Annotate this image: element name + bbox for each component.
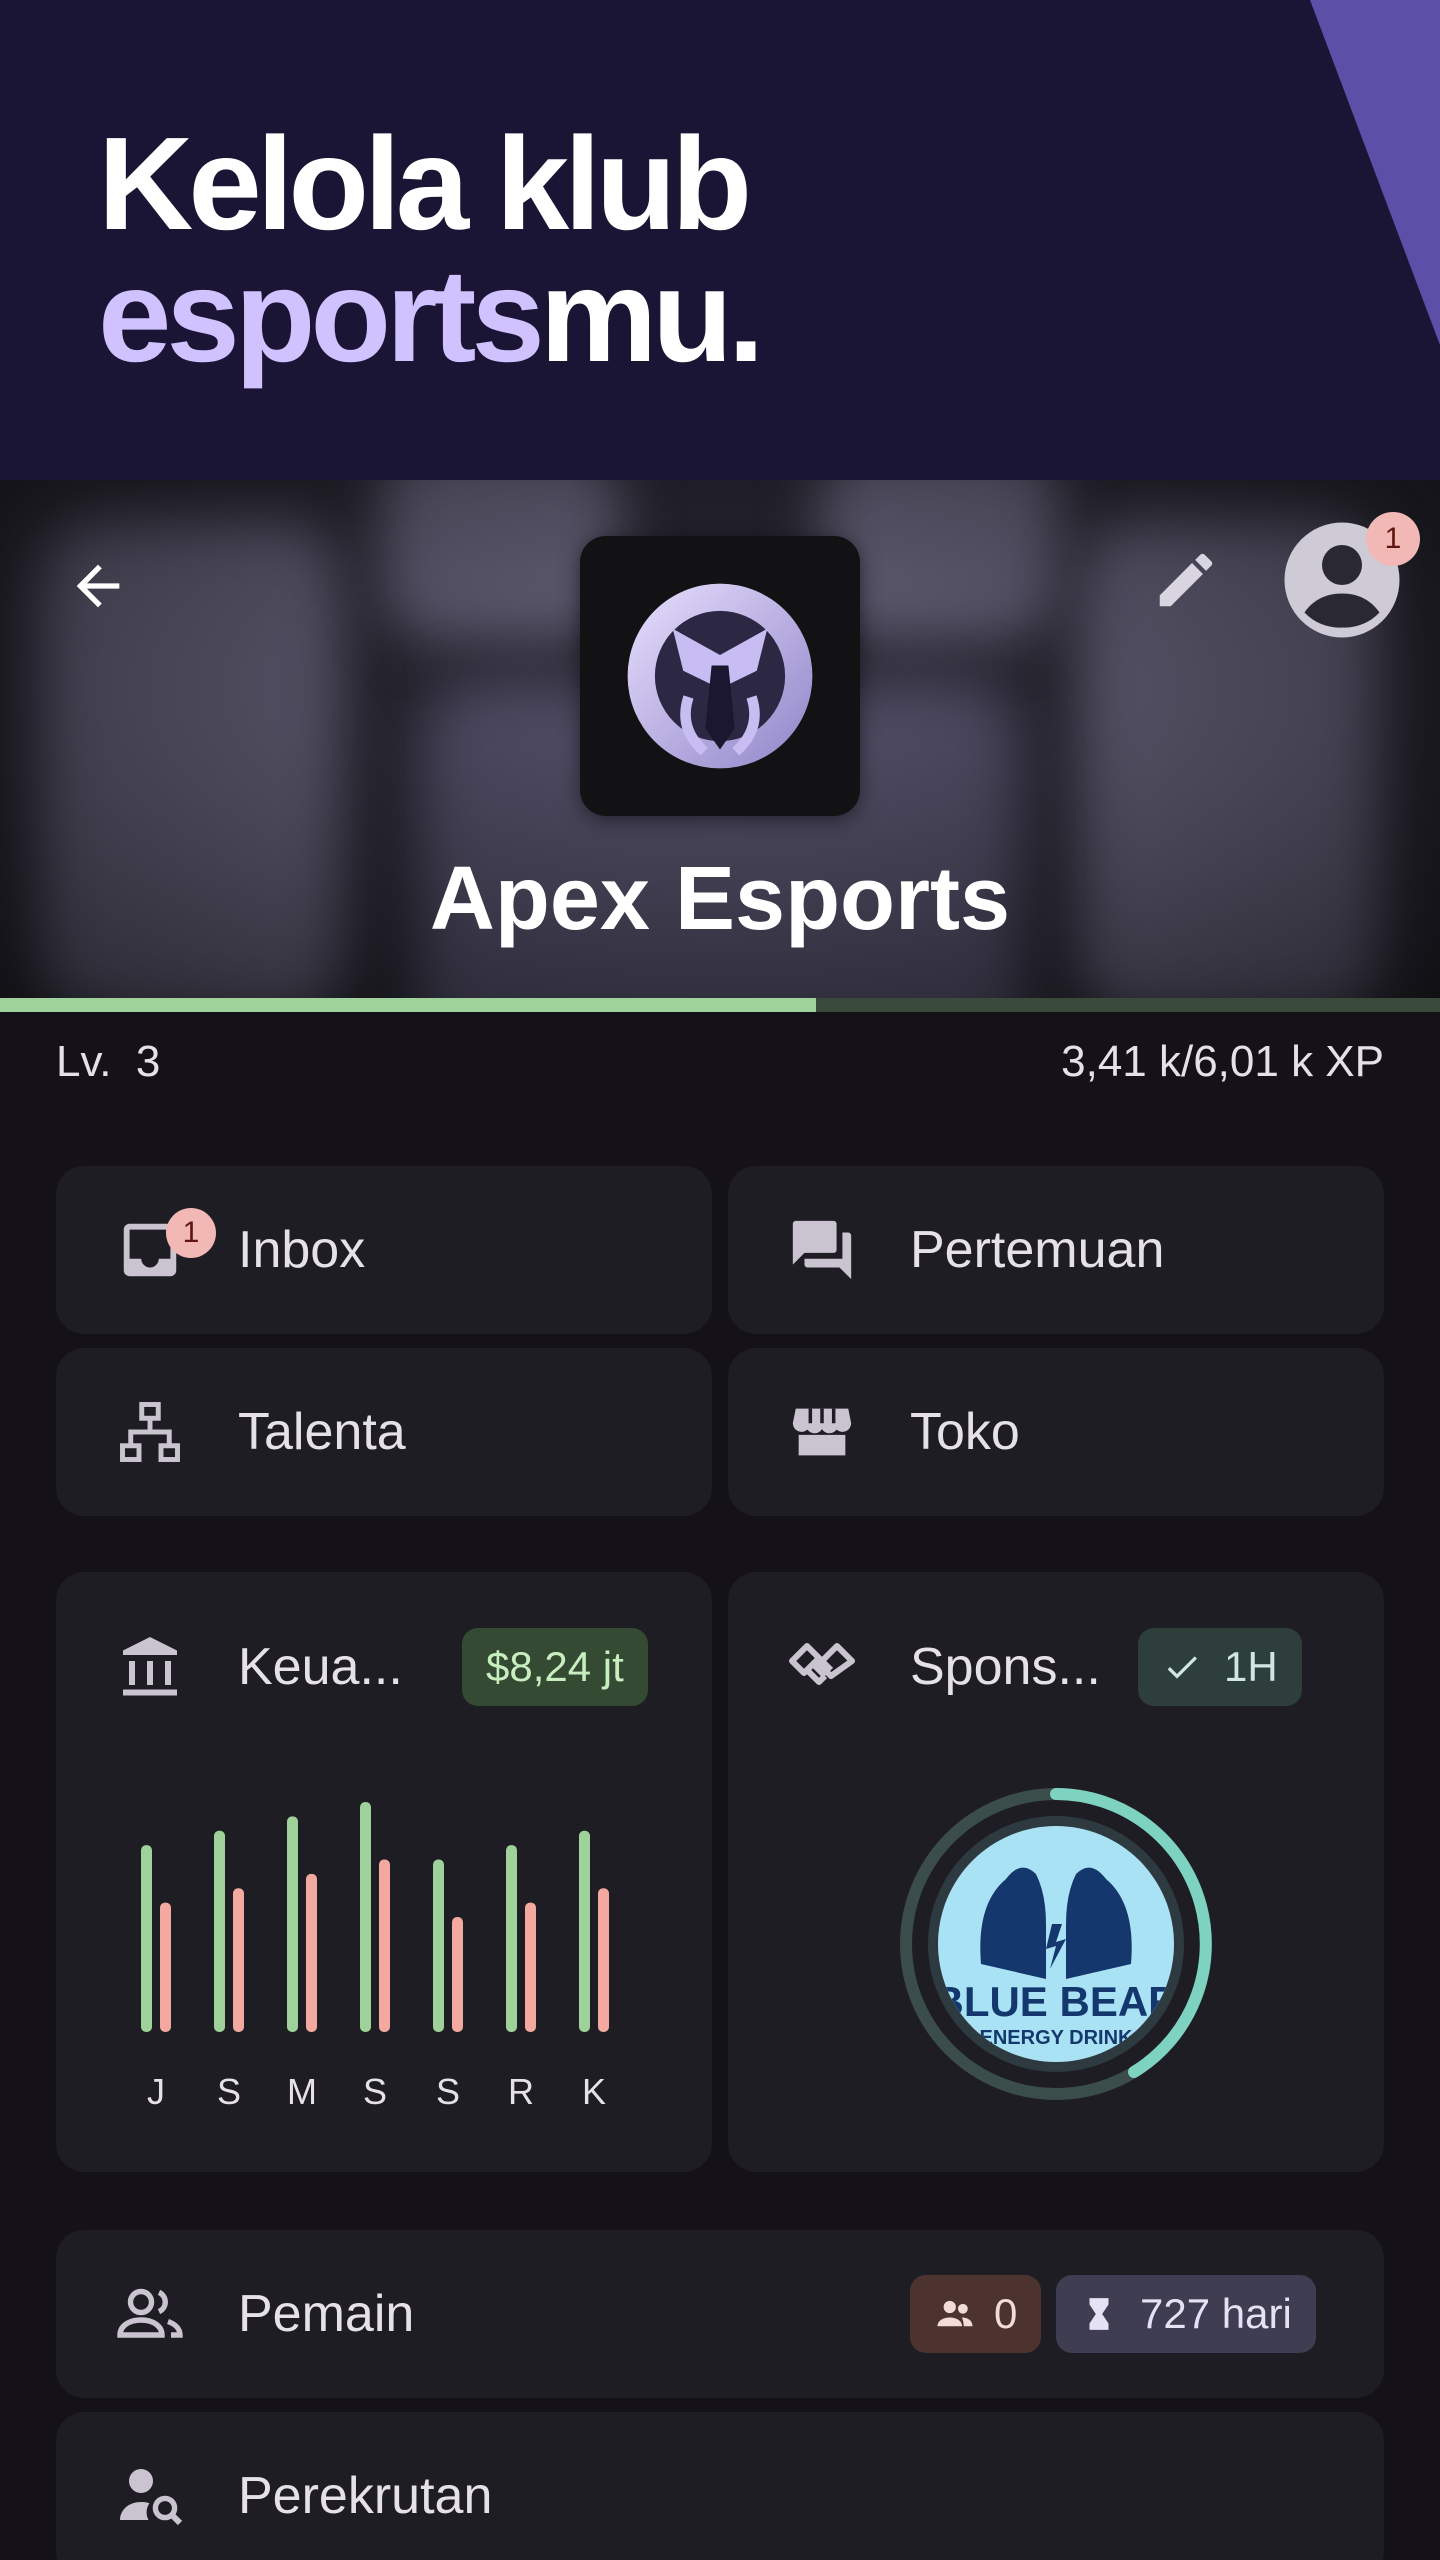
promo-banner: Kelola klub esportsmu. (0, 0, 1440, 480)
player-count-chip: 0 (910, 2275, 1042, 2353)
recruitment-label: Perekrutan (238, 2467, 493, 2525)
finance-chart: JSMSSRK (141, 1802, 609, 2112)
chart-x-label: S (436, 2071, 460, 2112)
expense-bar (525, 1902, 536, 2032)
back-button[interactable] (58, 546, 138, 626)
income-bar (579, 1830, 590, 2032)
shop-label: Toko (910, 1403, 1020, 1461)
edit-button[interactable] (1146, 540, 1226, 620)
sponsor-status-chip: 1H (1138, 1628, 1302, 1706)
promo-headline: Kelola klub esportsmu. (98, 118, 765, 382)
chart-x-label: S (217, 2071, 241, 2112)
player-count: 0 (994, 2290, 1018, 2337)
sponsor-logo-text: BLUE BEAR (933, 1978, 1178, 2025)
arrow-back-icon (76, 564, 120, 608)
xp-row: Lv. 3 3,41 k/6,01 k XP (56, 1032, 1384, 1092)
level-label: Lv. 3 (56, 1037, 161, 1086)
promo-accent: esports (98, 242, 545, 389)
income-bar (360, 1802, 371, 2032)
meetings-tile[interactable]: Pertemuan (728, 1166, 1384, 1334)
club-logo[interactable] (580, 536, 860, 816)
days-chip: 727 hari (1056, 2275, 1316, 2353)
org-chart-icon (114, 1396, 186, 1468)
handshake-icon (786, 1631, 858, 1703)
club-crest-icon (627, 583, 813, 769)
storefront-icon (786, 1396, 858, 1468)
expense-bar (598, 1888, 609, 2032)
expense-bar (306, 1873, 317, 2032)
inbox-icon: 1 (114, 1208, 216, 1286)
talent-label: Talenta (238, 1403, 406, 1461)
days-remaining: 727 hari (1140, 2290, 1292, 2337)
xp-progress-bar (0, 998, 1440, 1012)
club-name: Apex Esports (429, 849, 1011, 949)
chart-x-label: S (363, 2071, 387, 2112)
expense-bar (452, 1917, 463, 2032)
forum-icon (786, 1214, 858, 1286)
chart-x-label: M (287, 2071, 317, 2112)
club-header: 1 Apex Esports (0, 480, 1440, 998)
inbox-label: Inbox (238, 1221, 366, 1279)
group-icon (114, 2278, 186, 2350)
profile-button[interactable]: 1 (1282, 512, 1420, 640)
finance-card[interactable]: Keua... $8,24 jt JSMSSRK (56, 1572, 712, 2172)
income-bar (141, 1845, 152, 2032)
pencil-icon (1159, 553, 1213, 607)
talent-tile[interactable]: Talenta (56, 1348, 712, 1516)
promo-line-1: Kelola klub (98, 110, 752, 257)
person-search-icon (114, 2460, 186, 2532)
sponsor-logo-subtext: ENERGY DRINK (980, 2027, 1134, 2049)
expense-bar (379, 1859, 390, 2032)
income-bar (433, 1859, 444, 2032)
expense-bar (233, 1888, 244, 2032)
chart-x-label: K (582, 2071, 606, 2112)
xp-progress-text: 3,41 k/6,01 k XP (1061, 1037, 1384, 1086)
inbox-tile[interactable]: 1 Inbox (56, 1166, 712, 1334)
players-tile[interactable]: Pemain 0 727 hari (56, 2230, 1384, 2398)
notification-badge: 1 (1366, 512, 1420, 566)
sponsor-card[interactable]: Spons... 1H BLUE BEAR ENERGY DRINK (728, 1572, 1384, 2172)
inbox-badge: 1 (166, 1208, 216, 1258)
expense-bar (160, 1902, 171, 2032)
meetings-label: Pertemuan (910, 1221, 1165, 1279)
income-bar (506, 1845, 517, 2032)
income-bar (287, 1816, 298, 2032)
sponsor-logo[interactable]: BLUE BEAR ENERGY DRINK (896, 1784, 1216, 2104)
check-icon (1167, 1656, 1197, 1679)
sponsor-label: Spons... (910, 1638, 1101, 1696)
chart-x-label: J (147, 2071, 165, 2112)
recruitment-tile[interactable]: Perekrutan (56, 2412, 1384, 2560)
income-bar (214, 1830, 225, 2032)
shop-tile[interactable]: Toko (728, 1348, 1384, 1516)
people-icon (937, 2300, 973, 2327)
players-label: Pemain (238, 2285, 415, 2343)
promo-wedge (1310, 0, 1440, 345)
xp-progress-fill (0, 998, 817, 1012)
promo-line-2-rest: mu. (539, 242, 765, 389)
sponsor-status-text: 1H (1224, 1643, 1278, 1690)
hourglass-icon (1089, 2298, 1109, 2330)
chart-x-label: R (508, 2071, 534, 2112)
